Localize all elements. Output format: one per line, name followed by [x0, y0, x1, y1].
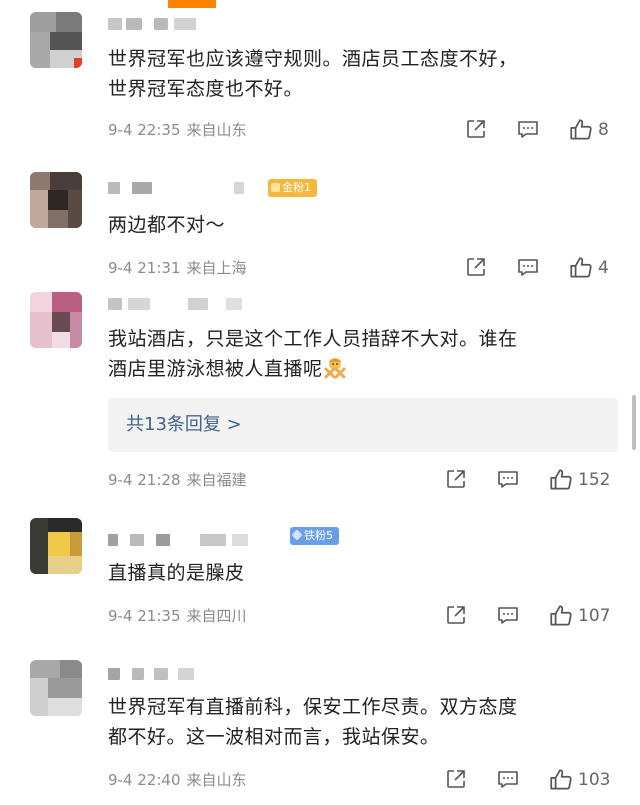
comment-text: 世界冠军有直播前科，保安工作尽责。双方态度 都不好。这一波相对而言，我站保安。 — [108, 696, 518, 748]
comment-meta: 9-4 22:35 来自山东 — [108, 118, 247, 142]
username-blurred[interactable] — [108, 182, 268, 196]
fan-badge: 金粉1 — [268, 179, 317, 197]
comment-location: 来自四川 — [186, 607, 247, 625]
like-button[interactable] — [548, 767, 574, 793]
like-icon — [570, 257, 592, 278]
share-button[interactable] — [444, 603, 468, 629]
scrollbar[interactable] — [632, 395, 636, 450]
avatar[interactable] — [30, 292, 82, 348]
comment-icon — [498, 607, 518, 624]
avatar[interactable] — [30, 660, 82, 716]
comment-actions: 103 — [444, 767, 616, 793]
like-count: 107 — [578, 606, 611, 626]
avatar[interactable] — [30, 518, 82, 574]
avatar[interactable] — [30, 172, 82, 228]
comment-actions: 107 — [444, 603, 616, 629]
share-icon — [447, 606, 465, 624]
share-button[interactable] — [464, 117, 488, 143]
comment-icon — [518, 259, 538, 276]
share-icon — [467, 258, 485, 276]
comment-item: 世界冠军有直播前科，保安工作尽责。双方态度 都不好。这一波相对而言，我站保安。 … — [0, 640, 640, 805]
comment-text: 世界冠军也应该遵守规则。酒店员工态度不好， 世界冠军态度也不好。 — [108, 48, 518, 100]
share-icon — [447, 770, 465, 788]
comment-button[interactable] — [516, 255, 540, 281]
comment-time: 9-4 21:28 — [108, 471, 181, 489]
like-count: 8 — [598, 120, 609, 140]
like-icon — [570, 119, 592, 140]
share-icon — [447, 470, 465, 488]
like-button[interactable] — [548, 467, 574, 493]
comment-time: 9-4 22:35 — [108, 121, 181, 139]
comment-meta: 9-4 22:40 来自山东 — [108, 768, 247, 792]
username-blurred[interactable] — [108, 18, 228, 32]
share-icon — [467, 120, 485, 138]
comment-meta: 9-4 21:35 来自四川 — [108, 604, 247, 628]
comment-location: 来自山东 — [186, 121, 247, 139]
fan-badge-icon — [291, 529, 303, 541]
like-icon — [550, 605, 572, 626]
comment-button[interactable] — [496, 467, 520, 493]
fan-badge-icon — [271, 183, 280, 192]
like-count: 4 — [598, 258, 609, 278]
comment-meta: 9-4 21:31 来自上海 — [108, 256, 247, 280]
comment-location: 来自上海 — [186, 259, 247, 277]
comment-icon — [498, 771, 518, 788]
comment-location: 来自福建 — [186, 471, 247, 489]
fan-badge: 铁粉5 — [290, 527, 339, 545]
comment-icon — [498, 471, 518, 488]
share-button[interactable] — [444, 467, 468, 493]
share-button[interactable] — [464, 255, 488, 281]
comment-time: 9-4 21:31 — [108, 259, 181, 277]
comment-actions: 8 — [464, 117, 616, 143]
like-button[interactable] — [568, 117, 594, 143]
share-button[interactable] — [444, 767, 468, 793]
comment-icon — [518, 121, 538, 138]
reply-thread-link[interactable]: 共13条回复 > — [108, 398, 618, 452]
comment-actions: 152 — [444, 467, 616, 493]
like-button[interactable] — [568, 255, 594, 281]
comment-meta: 9-4 21:28 来自福建 — [108, 468, 247, 492]
username-blurred[interactable] — [108, 668, 218, 682]
comment-text: 我站酒店，只是这个工作人员措辞不大对。谁在 酒店里游泳想被人直播呢 — [108, 328, 518, 380]
avatar[interactable] — [30, 12, 82, 68]
comment-actions: 4 — [464, 255, 616, 281]
comment-time: 9-4 22:40 — [108, 771, 181, 789]
comment-text: 两边都不对～ — [108, 214, 226, 236]
comment-item: 我站酒店，只是这个工作人员措辞不大对。谁在 酒店里游泳想被人直播呢 共13条回复… — [0, 280, 640, 500]
like-count: 152 — [578, 470, 611, 490]
comment-button[interactable] — [516, 117, 540, 143]
person-gesturing-no-emoji — [324, 358, 346, 379]
comment-item: 世界冠军也应该遵守规则。酒店员工态度不好， 世界冠军态度也不好。 9-4 22:… — [0, 0, 640, 160]
like-icon — [550, 769, 572, 790]
username-blurred[interactable] — [108, 298, 248, 312]
comment-time: 9-4 21:35 — [108, 607, 181, 625]
username-blurred[interactable] — [108, 534, 278, 548]
comment-button[interactable] — [496, 603, 520, 629]
comment-item: 铁粉5 直播真的是臊皮 9-4 21:35 来自四川 107 — [0, 500, 640, 640]
comment-text: 直播真的是臊皮 — [108, 562, 245, 584]
like-count: 103 — [578, 770, 611, 790]
comment-location: 来自山东 — [186, 771, 247, 789]
comment-button[interactable] — [496, 767, 520, 793]
like-button[interactable] — [548, 603, 574, 629]
like-icon — [550, 469, 572, 490]
comment-item: 金粉1 两边都不对～ 9-4 21:31 来自上海 4 — [0, 160, 640, 280]
